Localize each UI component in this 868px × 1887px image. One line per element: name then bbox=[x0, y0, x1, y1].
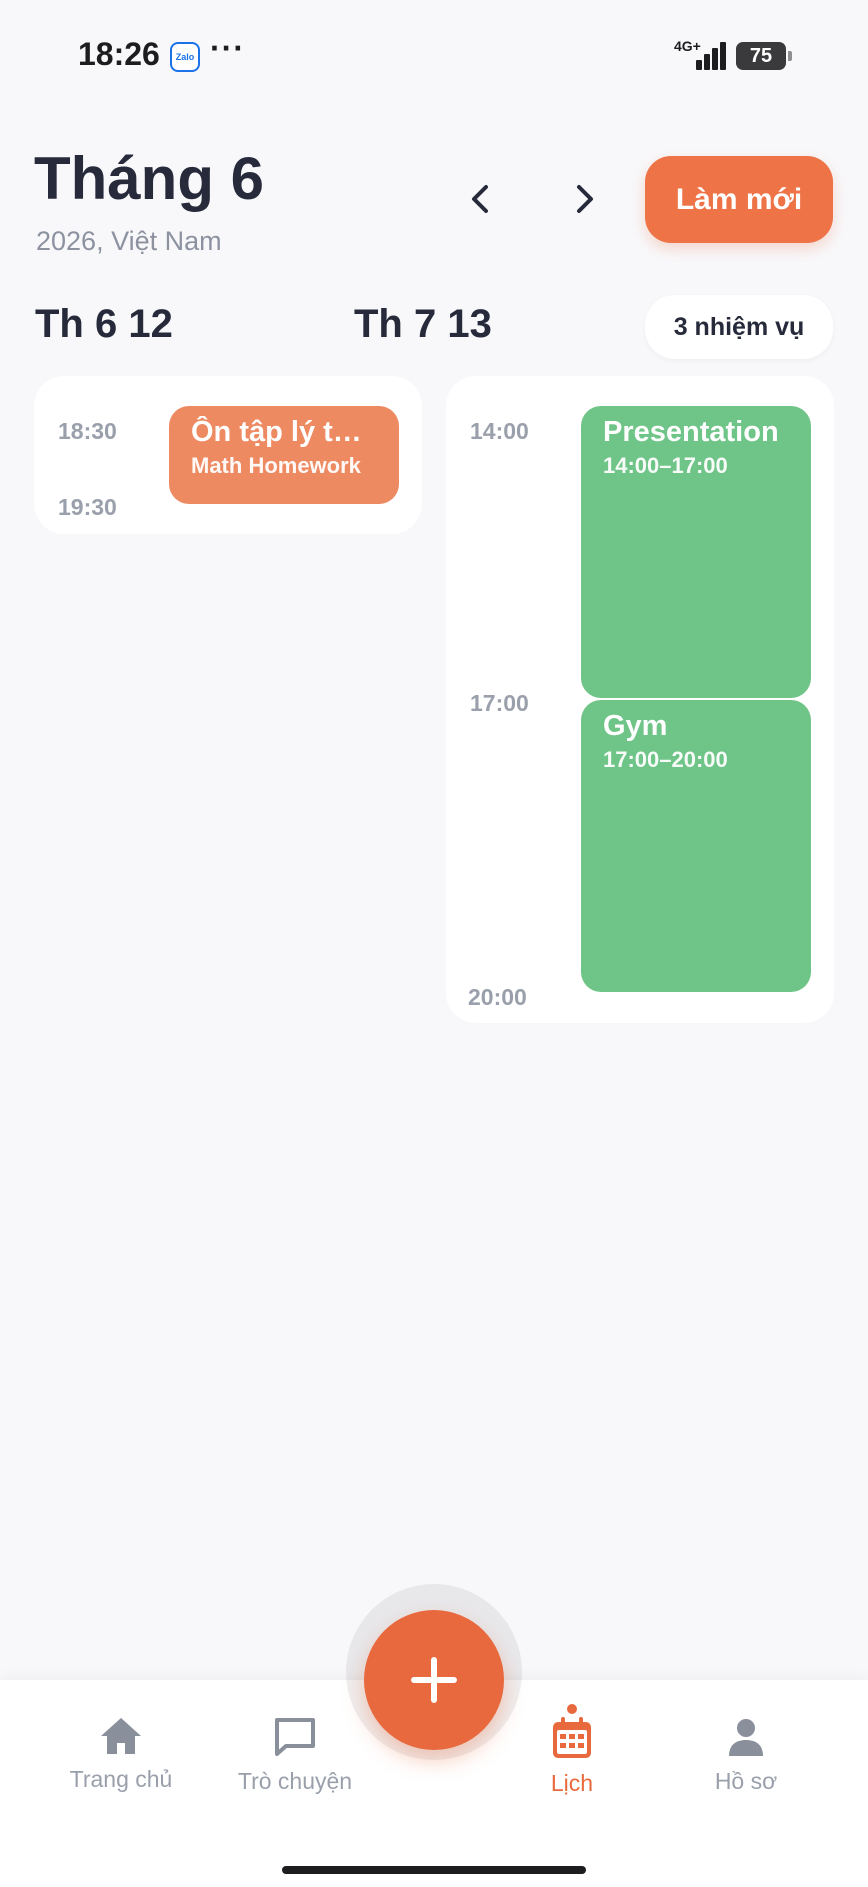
home-indicator bbox=[282, 1866, 586, 1874]
calendar-icon bbox=[553, 1717, 591, 1758]
event-title: Presentation bbox=[603, 416, 779, 448]
day-label-friday: Th 6 12 bbox=[35, 302, 173, 346]
event-subtitle: 17:00–20:00 bbox=[603, 747, 728, 772]
active-indicator bbox=[567, 1704, 577, 1714]
event-subtitle: 14:00–17:00 bbox=[603, 453, 728, 478]
nav-label: Lịch bbox=[550, 1770, 594, 1796]
plus-icon bbox=[411, 1657, 457, 1703]
status-bar: 18:26 Zalo ··· 4G+ 75 bbox=[0, 0, 868, 110]
nav-item-home[interactable]: Trang chủ bbox=[41, 1716, 201, 1793]
profile-icon bbox=[729, 1719, 763, 1756]
nav-label: Trò chuyện bbox=[237, 1768, 353, 1794]
nav-label: Trang chủ bbox=[69, 1766, 173, 1792]
time-label: 19:30 bbox=[58, 494, 117, 520]
day-label-saturday: Th 7 13 bbox=[354, 302, 492, 346]
nav-label: Hồ sơ bbox=[714, 1768, 778, 1794]
event-title: Ôn tập lý thuyết bbox=[191, 416, 377, 448]
signal-icon bbox=[692, 40, 726, 70]
event-title: Gym bbox=[603, 710, 668, 742]
zalo-icon: Zalo bbox=[170, 42, 200, 72]
more-notifications-icon: ··· bbox=[210, 30, 245, 66]
task-count-badge[interactable]: 3 nhiệm vụ bbox=[645, 295, 833, 359]
home-icon bbox=[101, 1718, 141, 1754]
time-label: 18:30 bbox=[58, 418, 117, 444]
previous-button[interactable] bbox=[455, 174, 505, 224]
add-button[interactable] bbox=[364, 1610, 504, 1750]
time-label: 17:00 bbox=[470, 690, 529, 716]
time-label: 20:00 bbox=[468, 984, 527, 1010]
nav-item-profile[interactable]: Hồ sơ bbox=[666, 1716, 826, 1795]
event-card[interactable]: Ôn tập lý thuyết Math Homework bbox=[169, 406, 399, 504]
nav-item-calendar[interactable]: Lịch bbox=[492, 1716, 652, 1797]
event-subtitle: Math Homework bbox=[191, 453, 361, 478]
time-label: 14:00 bbox=[470, 418, 529, 444]
status-time: 18:26 bbox=[78, 36, 160, 72]
chevron-left-icon bbox=[472, 185, 488, 213]
nav-item-chat[interactable]: Trò chuyện bbox=[215, 1716, 375, 1795]
event-card[interactable]: Gym 17:00–20:00 bbox=[581, 700, 811, 992]
refresh-button[interactable]: Làm mới bbox=[645, 156, 833, 243]
day-card-friday: 18:30 19:30 Ôn tập lý thuyết Math Homewo… bbox=[34, 376, 422, 534]
battery-indicator: 75 bbox=[736, 42, 792, 70]
next-button[interactable] bbox=[560, 174, 610, 224]
event-card[interactable]: Presentation 14:00–17:00 bbox=[581, 406, 811, 698]
chevron-right-icon bbox=[577, 185, 593, 213]
chat-icon bbox=[275, 1718, 315, 1756]
day-card-saturday: 14:00 17:00 20:00 Presentation 14:00–17:… bbox=[446, 376, 834, 1023]
page-subtitle: 2026, Việt Nam bbox=[36, 226, 222, 256]
page-title: Tháng 6 bbox=[34, 145, 265, 212]
